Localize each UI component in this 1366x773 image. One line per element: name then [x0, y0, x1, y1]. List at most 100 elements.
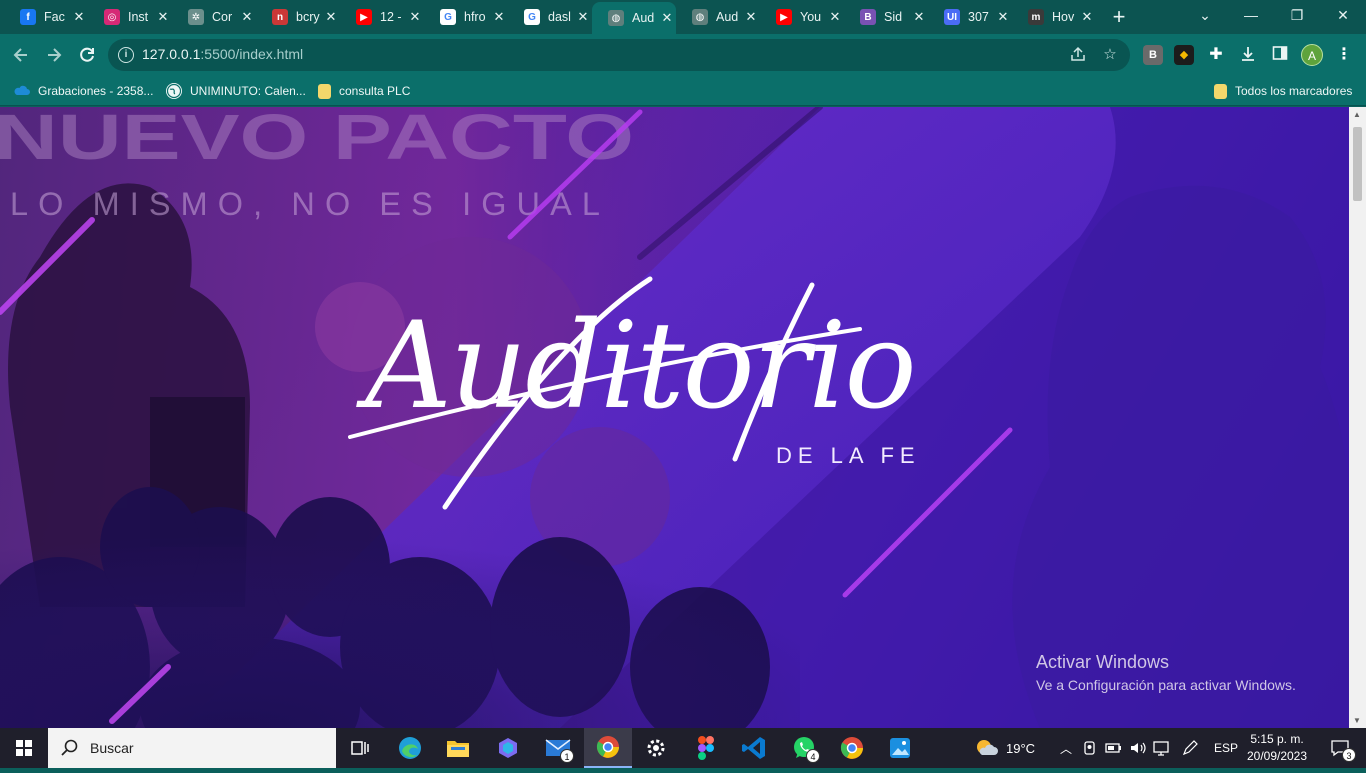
extensions-puzzle-icon[interactable]: ✚: [1206, 45, 1226, 65]
bookmark-star-icon[interactable]: ☆: [1100, 45, 1120, 65]
bookmark-label: Grabaciones - 2358...: [38, 84, 154, 98]
tab-title: bcry: [296, 10, 320, 24]
weather-widget[interactable]: 19°C: [974, 728, 1035, 768]
bookmarks-bar: Grabaciones - 2358... UNIMINUTO: Calen..…: [0, 76, 1366, 106]
chrome-profile-app[interactable]: [828, 728, 876, 768]
notifications-button[interactable]: 3: [1322, 728, 1358, 768]
forward-button[interactable]: [41, 42, 67, 68]
share-icon[interactable]: [1068, 45, 1088, 65]
bookmark-label: UNIMINUTO: Calen...: [190, 84, 306, 98]
google-icon: G: [440, 9, 456, 25]
close-tab-icon[interactable]: ✕: [1080, 9, 1094, 25]
task-view-icon: [351, 741, 369, 755]
browser-tab[interactable]: Gdasl ✕: [508, 2, 592, 32]
scroll-thumb[interactable]: [1353, 127, 1362, 201]
bookmark-consulta-plc[interactable]: consulta PLC: [318, 82, 410, 100]
network-icon[interactable]: [1152, 728, 1172, 768]
download-icon[interactable]: [1238, 45, 1258, 65]
settings-app[interactable]: [632, 728, 680, 768]
tab-title: Sid: [884, 10, 903, 24]
browser-tab[interactable]: ▶ You ✕: [760, 2, 844, 32]
new-tab-button[interactable]: +: [1108, 4, 1130, 30]
vscode-icon: [742, 737, 765, 759]
close-tab-icon[interactable]: ✕: [660, 10, 674, 26]
windows-activation-watermark: Activar Windows Ve a Configuración para …: [1036, 652, 1296, 693]
task-view-button[interactable]: [336, 728, 384, 768]
menu-kebab-icon[interactable]: ⋮: [1334, 45, 1354, 65]
bookmark-grabaciones[interactable]: Grabaciones - 2358...: [14, 82, 153, 100]
whatsapp-badge: 4: [806, 749, 820, 763]
close-tab-icon[interactable]: ✕: [492, 9, 506, 25]
browser-tab[interactable]: ◍ Aud ✕: [676, 2, 760, 32]
figma-icon: [698, 736, 714, 760]
close-tab-icon[interactable]: ✕: [72, 9, 86, 25]
start-button[interactable]: [0, 728, 48, 768]
tab-title: Cor: [212, 10, 233, 24]
close-tab-icon[interactable]: ✕: [996, 9, 1010, 25]
all-bookmarks-folder[interactable]: Todos los marcadores: [1214, 82, 1352, 100]
tab-search-icon[interactable]: ⌄: [1182, 0, 1228, 32]
battery-icon[interactable]: [1104, 728, 1124, 768]
figma-app[interactable]: [682, 728, 730, 768]
site-info-icon[interactable]: i: [118, 47, 134, 63]
browser-tab[interactable]: Ghfro ✕: [424, 2, 508, 32]
close-tab-icon[interactable]: ✕: [912, 9, 926, 25]
facebook-icon: f: [20, 9, 36, 25]
minimize-button[interactable]: —: [1228, 0, 1274, 32]
arrow-left-icon: [13, 48, 27, 62]
close-tab-icon[interactable]: ✕: [324, 9, 338, 25]
pen-icon[interactable]: [1180, 728, 1200, 768]
close-tab-icon[interactable]: ✕: [240, 9, 254, 25]
scroll-up-icon[interactable]: ▲: [1353, 110, 1361, 119]
close-window-button[interactable]: ✕: [1320, 0, 1366, 32]
reload-button[interactable]: [74, 42, 100, 68]
language-indicator[interactable]: ESP: [1214, 728, 1238, 768]
file-explorer-app[interactable]: [434, 728, 482, 768]
browser-tab[interactable]: ✲ Cor ✕: [172, 2, 256, 32]
taskbar-search[interactable]: Buscar: [48, 728, 336, 768]
clock[interactable]: 5:15 p. m. 20/09/2023: [1242, 731, 1312, 765]
side-panel-icon[interactable]: [1270, 45, 1290, 65]
hero-banner: NUEVO PACTO LO MISMO, NO ES IGUAL Audito…: [0, 107, 1349, 728]
page-scrollbar[interactable]: ▲ ▼: [1349, 107, 1366, 728]
url-text[interactable]: 127.0.0.1:5500/index.html: [142, 46, 303, 62]
browser-tab[interactable]: m Hov ✕: [1012, 2, 1096, 32]
extension-b-icon[interactable]: B: [1143, 45, 1163, 65]
browser-tab[interactable]: UI 307 ✕: [928, 2, 1012, 32]
mail-app[interactable]: 1: [534, 728, 582, 768]
volume-icon[interactable]: [1128, 728, 1148, 768]
logo-sub-text: DE LA FE: [776, 443, 921, 468]
activation-title: Activar Windows: [1036, 652, 1170, 672]
close-tab-icon[interactable]: ✕: [744, 9, 758, 25]
close-tab-icon[interactable]: ✕: [408, 9, 422, 25]
bookmark-uniminuto[interactable]: UNIMINUTO: Calen...: [166, 82, 306, 100]
bookmark-label: consulta PLC: [339, 84, 411, 98]
tray-chevron-icon[interactable]: ︿: [1060, 728, 1072, 768]
browser-tab[interactable]: ◍ Aud ✕: [592, 2, 676, 34]
mail-badge: 1: [560, 749, 574, 763]
bg-subtitle-text: LO MISMO, NO ES IGUAL: [10, 186, 610, 222]
tab-title: Inst: [128, 10, 149, 24]
close-tab-icon[interactable]: ✕: [156, 9, 170, 25]
close-tab-icon[interactable]: ✕: [828, 9, 842, 25]
scroll-down-icon[interactable]: ▼: [1353, 716, 1361, 725]
copilot-app[interactable]: [484, 728, 532, 768]
browser-tab[interactable]: ▶ 12 - ✕: [340, 2, 424, 32]
vscode-app[interactable]: [730, 728, 778, 768]
whatsapp-app[interactable]: 4: [780, 728, 828, 768]
edge-app[interactable]: [386, 728, 434, 768]
close-tab-icon[interactable]: ✕: [576, 9, 590, 25]
browser-tab[interactable]: B Sid ✕: [844, 2, 928, 32]
bg-title-text: NUEVO PACTO: [0, 107, 634, 173]
browser-tab[interactable]: f Fac ✕: [4, 2, 88, 32]
extension-metamask-icon[interactable]: ◆: [1174, 45, 1194, 65]
browser-tab[interactable]: n bcry ✕: [256, 2, 340, 32]
photos-app[interactable]: [876, 728, 924, 768]
chrome-app-active[interactable]: [584, 728, 632, 768]
back-button[interactable]: [8, 42, 34, 68]
tray-meet-icon[interactable]: [1082, 728, 1100, 768]
address-bar[interactable]: i 127.0.0.1:5500/index.html ☆: [108, 39, 1130, 71]
browser-tab[interactable]: ◎ Inst ✕: [88, 2, 172, 32]
profile-avatar[interactable]: A: [1301, 44, 1323, 66]
restore-button[interactable]: ❐: [1274, 0, 1320, 32]
